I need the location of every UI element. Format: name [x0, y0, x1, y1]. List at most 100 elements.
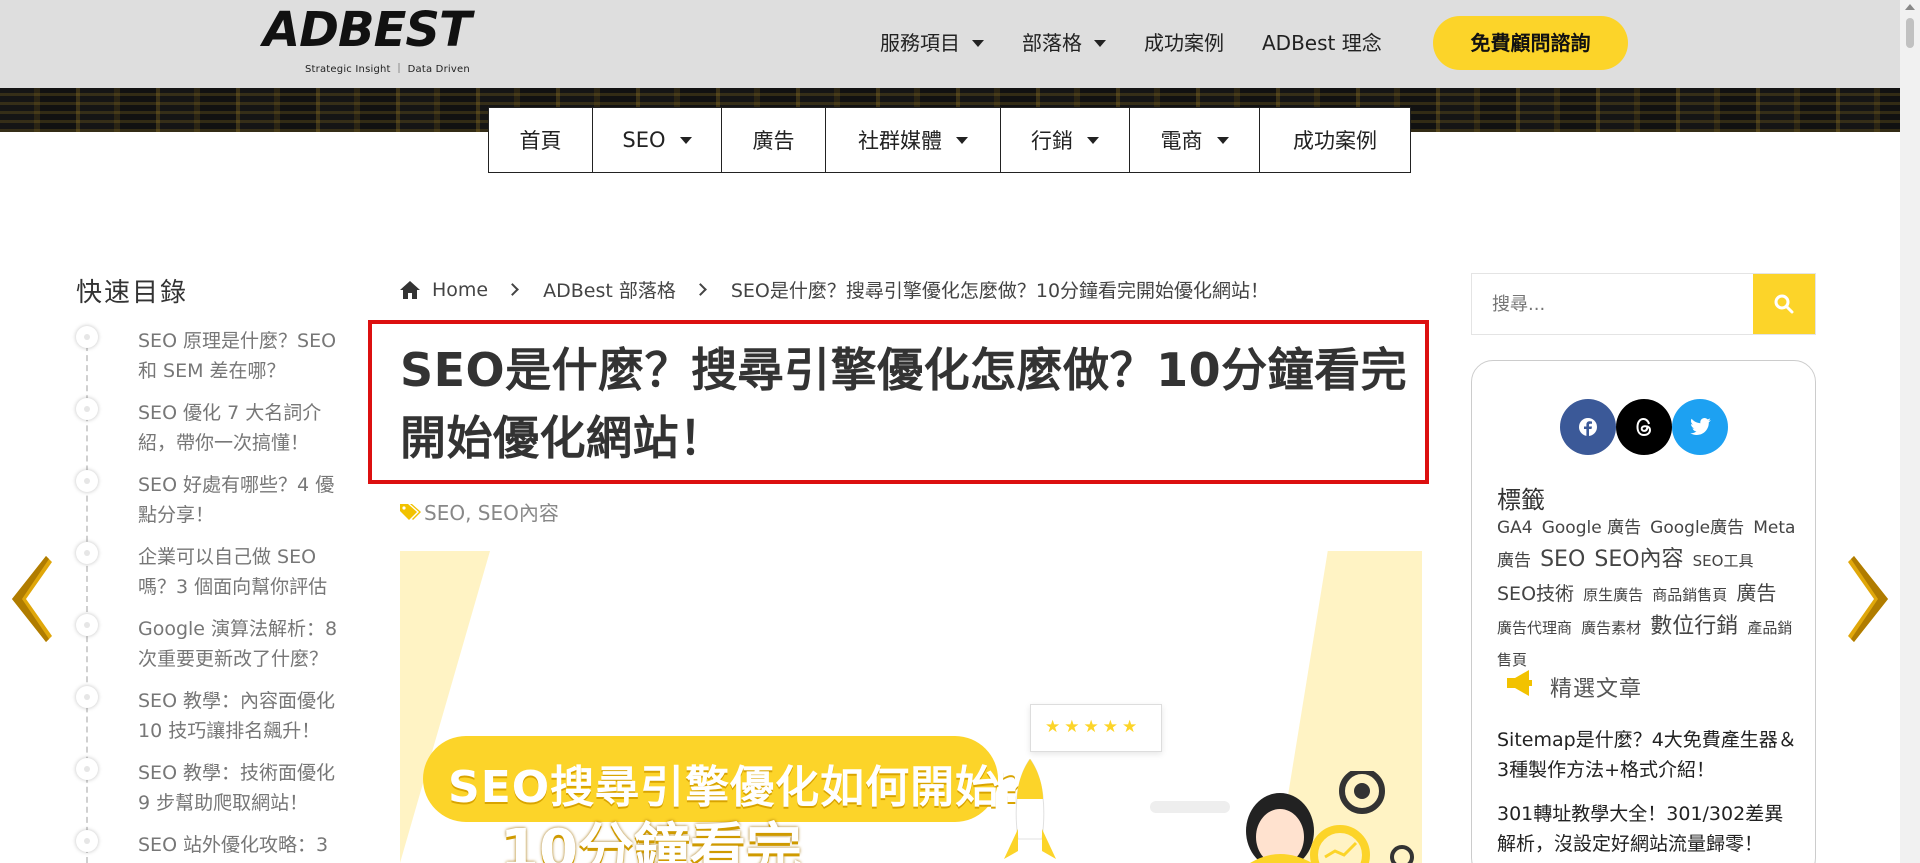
- toc-list: SEO 原理是什麼？SEO 和 SEM 差在哪？ SEO 優化 7 大名詞介紹，…: [76, 326, 346, 863]
- tag-link[interactable]: 廣告代理商: [1497, 619, 1572, 637]
- toc-item[interactable]: Google 演算法解析：8 次重要更新改了什麼？: [76, 614, 346, 686]
- breadcrumb-blog[interactable]: ADBest 部落格: [543, 276, 676, 303]
- twitter-icon: [1690, 418, 1711, 435]
- toc-dot-icon: [76, 542, 98, 564]
- tag-link[interactable]: 數位行銷: [1650, 614, 1738, 639]
- featured-image: SEO搜尋引擎優化如何開始? 10分鐘看完 ★★★★★: [400, 551, 1422, 863]
- facebook-icon: [1579, 418, 1597, 437]
- category-nav-label: 廣告: [752, 129, 795, 153]
- tag-link[interactable]: Google 廣告: [1542, 518, 1641, 538]
- tag-link[interactable]: 商品銷售頁: [1652, 586, 1727, 604]
- toc-item[interactable]: SEO 站外優化攻略：3: [76, 830, 346, 863]
- search-button[interactable]: [1753, 274, 1815, 334]
- toc-item-label: SEO 站外優化攻略：3: [138, 834, 329, 856]
- category-links[interactable]: SEO, SEO內容: [424, 497, 559, 526]
- article-categories: SEO, SEO內容: [400, 497, 559, 526]
- toc-item-label: SEO 好處有哪些？4 優點分享！: [138, 474, 335, 526]
- tag-link[interactable]: SEO內容: [1594, 547, 1683, 572]
- site-logo[interactable]: ADBEST Strategic Insight ｜ Data Driven: [263, 4, 503, 75]
- category-nav-ads[interactable]: 廣告: [722, 108, 826, 172]
- category-nav-label: 首頁: [519, 129, 562, 153]
- caret-down-icon: [956, 136, 968, 144]
- previous-arrow-icon[interactable]: [12, 556, 52, 642]
- tag-link[interactable]: SEO: [1540, 547, 1585, 572]
- featured-subline: 10分鐘看完: [500, 818, 802, 863]
- free-consultation-button[interactable]: 免費顧問諮詢: [1433, 16, 1628, 70]
- toc-item-label: SEO 教學：內容面優化 10 技巧讓排名飆升！: [138, 690, 336, 742]
- toc-item[interactable]: SEO 教學：技術面優化 9 步幫助爬取網站！: [76, 758, 346, 830]
- toc-dot-icon: [76, 470, 98, 492]
- illustration-person-icon: [1150, 771, 1414, 863]
- category-nav-seo[interactable]: SEO: [593, 108, 722, 172]
- tag-link[interactable]: 廣告素材: [1581, 619, 1641, 637]
- next-arrow-icon[interactable]: [1848, 556, 1888, 642]
- top-nav-philosophy[interactable]: ADBest 理念: [1262, 16, 1382, 70]
- threads-icon: [1636, 417, 1652, 437]
- toc-title: 快速目錄: [76, 278, 189, 308]
- toc-item-label: SEO 優化 7 大名詞介紹，帶你一次搞懂！: [138, 402, 322, 454]
- caret-down-icon: [1216, 136, 1229, 144]
- logo-tagline: Strategic Insight ｜ Data Driven: [305, 64, 470, 75]
- toc-item-label: SEO 教學：技術面優化 9 步幫助爬取網站！: [138, 762, 336, 814]
- toc-item[interactable]: SEO 好處有哪些？4 優點分享！: [76, 470, 346, 542]
- tags-title: 標籤: [1497, 486, 1545, 514]
- featured-article-link[interactable]: 301轉址教學大全！301/302差異解析，沒設定好網站流量歸零！: [1497, 799, 1797, 859]
- toc-dot-icon: [76, 614, 98, 636]
- top-nav-label: 部落格: [1022, 31, 1082, 55]
- featured-articles-list: Sitemap是什麼？4大免費產生器＆3種製作方法+格式介紹！ 301轉址教學大…: [1497, 725, 1797, 863]
- toc-dot-icon: [76, 686, 98, 708]
- rating-stars: ★★★★★: [1045, 717, 1142, 737]
- category-nav-label: SEO: [622, 128, 666, 152]
- threads-button[interactable]: [1616, 399, 1672, 455]
- top-nav-label: ADBest 理念: [1262, 31, 1382, 55]
- top-nav-cases[interactable]: 成功案例: [1144, 16, 1224, 70]
- toc-dot-icon: [76, 398, 98, 420]
- category-nav-label: 社群媒體: [858, 129, 942, 153]
- scroll-up-arrow-icon[interactable]: [1905, 4, 1915, 10]
- breadcrumb-current: SEO是什麼？搜尋引擎優化怎麼做？10分鐘看完開始優化網站！: [730, 280, 1270, 302]
- toc-item[interactable]: SEO 教學：內容面優化 10 技巧讓排名飆升！: [76, 686, 346, 758]
- toc-dot-icon: [76, 758, 98, 780]
- toc-item-label: 企業可以自己做 SEO 嗎？3 個面向幫你評估: [138, 546, 328, 598]
- top-nav-label: 成功案例: [1144, 31, 1224, 55]
- tag-link[interactable]: Google廣告: [1650, 518, 1744, 538]
- home-icon: [400, 280, 420, 299]
- twitter-button[interactable]: [1672, 399, 1728, 455]
- facebook-button[interactable]: [1560, 399, 1616, 455]
- tag-link[interactable]: GA4: [1497, 518, 1533, 538]
- caret-down-icon: [1087, 136, 1099, 144]
- tag-link[interactable]: SEO工具: [1693, 552, 1754, 570]
- category-nav-label: 電商: [1160, 129, 1203, 153]
- search-icon: [1774, 294, 1794, 314]
- toc-dot-icon: [76, 830, 98, 852]
- tag-link[interactable]: 原生廣告: [1583, 586, 1643, 604]
- logo-text: ADBEST: [263, 2, 472, 58]
- category-nav-ecommerce[interactable]: 電商: [1130, 108, 1260, 172]
- scroll-thumb[interactable]: [1906, 18, 1914, 48]
- breadcrumb-home[interactable]: Home: [432, 279, 488, 301]
- tag-link[interactable]: SEO技術: [1497, 583, 1574, 605]
- tag-link[interactable]: 廣告: [1736, 581, 1776, 605]
- top-nav: 服務項目 部落格 成功案例 ADBest 理念: [880, 16, 1420, 70]
- caret-down-icon: [972, 39, 984, 47]
- category-nav-cases[interactable]: 成功案例: [1260, 108, 1410, 172]
- page-title: SEO是什麼？搜尋引擎優化怎麼做？10分鐘看完開始優化網站！: [400, 343, 1408, 465]
- tags-icon: [400, 503, 421, 520]
- toc-item[interactable]: 企業可以自己做 SEO 嗎？3 個面向幫你評估: [76, 542, 346, 614]
- top-nav-blog[interactable]: 部落格: [1022, 16, 1106, 70]
- toc-item[interactable]: SEO 優化 7 大名詞介紹，帶你一次搞懂！: [76, 398, 346, 470]
- page-scrollbar[interactable]: [1900, 0, 1920, 863]
- search-input[interactable]: [1472, 274, 1755, 334]
- featured-article-link[interactable]: Sitemap是什麼？4大免費產生器＆3種製作方法+格式介紹！: [1497, 725, 1797, 785]
- category-nav-home[interactable]: 首頁: [489, 108, 593, 172]
- featured-articles-title: 精選文章: [1550, 677, 1643, 702]
- category-nav-label: 成功案例: [1293, 129, 1377, 153]
- category-nav-marketing[interactable]: 行銷: [1001, 108, 1130, 172]
- caret-down-icon: [1094, 39, 1106, 47]
- top-nav-services[interactable]: 服務項目: [880, 16, 984, 70]
- category-nav-social[interactable]: 社群媒體: [826, 108, 1001, 172]
- toc-item[interactable]: SEO 原理是什麼？SEO 和 SEM 差在哪？: [76, 326, 346, 398]
- toc-dot-icon: [76, 326, 98, 348]
- rocket-icon: [1004, 759, 1056, 859]
- megaphone-icon: [1507, 670, 1532, 696]
